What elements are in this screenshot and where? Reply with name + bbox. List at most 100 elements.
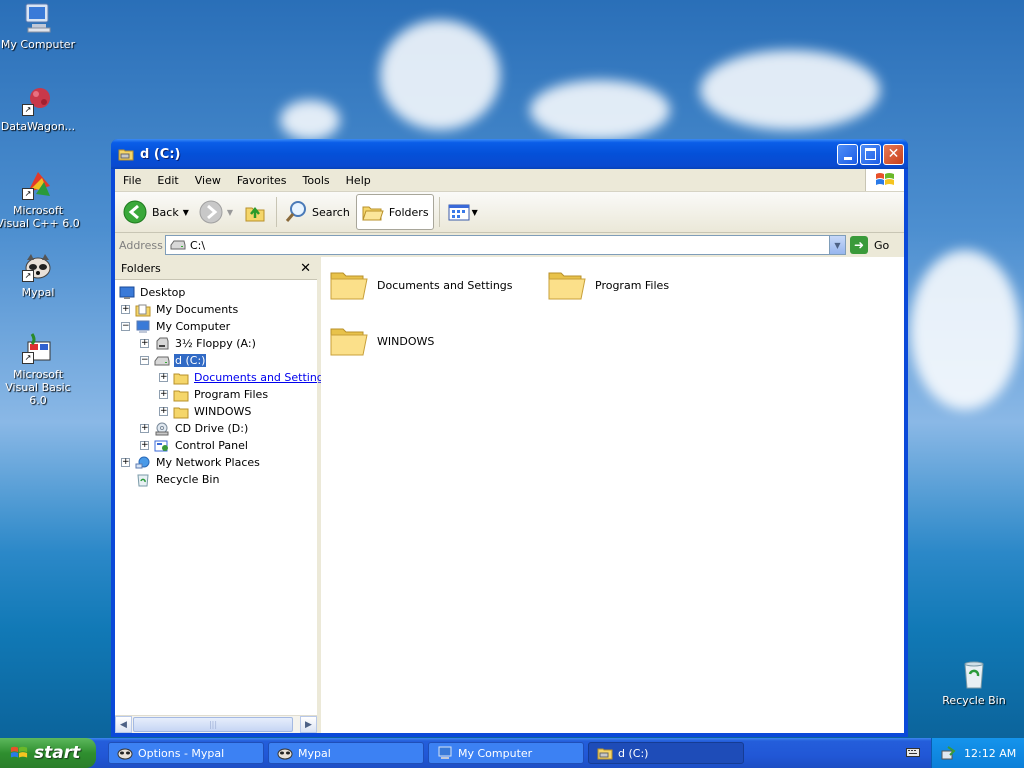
desktop-icon-visual-cpp[interactable]: ↗ Microsoft Visual C++ 6.0	[0, 168, 80, 230]
expand-icon[interactable]: +	[121, 458, 130, 467]
my-documents-icon	[135, 304, 151, 316]
collapse-icon[interactable]: −	[140, 356, 149, 365]
tree-node-my-network-places[interactable]: + My Network Places	[115, 454, 317, 471]
back-dropdown-icon[interactable]: ▼	[183, 208, 189, 217]
expand-icon[interactable]: +	[159, 390, 168, 399]
tree-label-hover: Documents and Settings	[194, 371, 330, 384]
close-button[interactable]: ✕	[883, 143, 904, 165]
recycle-bin-icon	[958, 658, 990, 690]
windows-flag-icon	[10, 746, 28, 758]
back-arrow-icon	[123, 200, 147, 224]
scroll-right-icon[interactable]: ▶	[300, 716, 317, 733]
tree-node-my-computer[interactable]: − My Computer	[115, 318, 317, 335]
desktop-icon-mypal[interactable]: ↗ Mypal	[0, 250, 80, 299]
window-title: d (C:)	[140, 146, 181, 162]
tree-label: My Documents	[156, 303, 239, 316]
minimize-button[interactable]	[837, 143, 858, 165]
menu-tools[interactable]: Tools	[295, 174, 338, 187]
start-label: start	[34, 743, 81, 763]
forward-arrow-icon	[199, 200, 223, 224]
address-input[interactable]: C:\ ▼	[165, 235, 846, 255]
tree-node-desktop[interactable]: Desktop	[115, 284, 317, 301]
maximize-button[interactable]	[860, 143, 881, 165]
tree-node-recycle-bin[interactable]: Recycle Bin	[115, 471, 317, 488]
folder-item-program-files[interactable]: Program Files	[547, 267, 669, 303]
task-options-mypal[interactable]: Options - Mypal	[108, 742, 264, 764]
tree-node-cd-drive[interactable]: + CD Drive (D:)	[115, 420, 317, 437]
task-my-computer[interactable]: My Computer	[428, 742, 584, 764]
desktop-icon-datawagon[interactable]: ↗ DataWagon...	[0, 84, 80, 133]
views-button[interactable]: ▼	[443, 195, 482, 229]
tree-node-control-panel[interactable]: + Control Panel	[115, 437, 317, 454]
collapse-icon[interactable]: −	[121, 322, 130, 331]
address-bar: Address C:\ ▼ ➜ Go	[115, 233, 904, 258]
forward-button[interactable]: ▼	[195, 195, 237, 229]
close-pane-icon[interactable]: ✕	[300, 261, 311, 276]
go-arrow-icon: ➜	[850, 236, 868, 254]
expand-icon[interactable]: +	[140, 339, 149, 348]
address-value: C:\	[190, 238, 206, 252]
visual-cpp-icon: ↗	[22, 168, 54, 200]
start-button[interactable]: start	[0, 738, 96, 768]
menu-view[interactable]: View	[187, 174, 229, 187]
horizontal-scrollbar[interactable]: ◀ ||| ▶	[115, 715, 317, 733]
tree-node-program-files[interactable]: + Program Files	[115, 386, 317, 403]
control-panel-icon	[154, 440, 168, 451]
go-label: Go	[874, 238, 890, 252]
folder-item-documents-and-settings[interactable]: Documents and Settings	[329, 267, 513, 303]
shortcut-arrow-icon: ↗	[22, 352, 34, 364]
toolbar-separator	[438, 197, 440, 227]
expand-icon[interactable]: +	[140, 424, 149, 433]
desktop-icon-visual-basic[interactable]: ↗ Microsoft Visual Basic 6.0	[0, 332, 80, 407]
expand-icon[interactable]: +	[140, 441, 149, 450]
system-tray: 12:12 AM	[931, 738, 1024, 768]
task-label: Mypal	[298, 746, 331, 760]
menu-edit[interactable]: Edit	[149, 174, 186, 187]
desktop-icon-my-computer[interactable]: My Computer	[0, 2, 80, 51]
safely-remove-hardware-icon[interactable]	[940, 745, 956, 761]
tree-node-windows[interactable]: + WINDOWS	[115, 403, 317, 420]
menu-help[interactable]: Help	[338, 174, 379, 187]
desktop-icon-recycle-bin[interactable]: Recycle Bin	[932, 658, 1016, 707]
minimize-icon	[843, 156, 852, 160]
tree-node-floppy[interactable]: + 3½ Floppy (A:)	[115, 335, 317, 352]
expand-icon[interactable]: +	[159, 373, 168, 382]
desktop-icon-label: Microsoft Visual C++ 6.0	[0, 204, 80, 230]
computer-icon	[22, 2, 54, 34]
network-places-icon	[135, 456, 150, 468]
scroll-thumb[interactable]: |||	[133, 717, 293, 732]
up-folder-icon	[245, 206, 265, 222]
folder-drive-icon	[118, 149, 134, 161]
task-mypal[interactable]: Mypal	[268, 742, 424, 764]
datawagon-icon: ↗	[22, 84, 54, 116]
title-bar[interactable]: d (C:) ✕	[111, 139, 908, 169]
tree-label: WINDOWS	[194, 405, 252, 418]
back-button[interactable]: Back ▼	[119, 195, 193, 229]
forward-dropdown-icon[interactable]: ▼	[227, 208, 233, 217]
keyboard-icon[interactable]	[906, 746, 920, 758]
tree-node-drive-c[interactable]: − d (C:)	[115, 352, 317, 369]
folder-drive-icon	[597, 748, 613, 760]
expand-icon[interactable]: +	[121, 305, 130, 314]
mypal-icon	[277, 748, 293, 760]
hard-drive-icon	[154, 356, 170, 365]
folder-item-windows[interactable]: WINDOWS	[329, 323, 434, 359]
up-button[interactable]	[239, 195, 271, 229]
expand-icon[interactable]: +	[159, 407, 168, 416]
menu-favorites[interactable]: Favorites	[229, 174, 295, 187]
tree-node-my-documents[interactable]: + My Documents	[115, 301, 317, 318]
folder-item-label: WINDOWS	[377, 334, 435, 348]
folder-item-label: Documents and Settings	[377, 278, 513, 292]
tree-node-documents-and-settings[interactable]: + Documents and Settings	[115, 369, 330, 386]
search-button[interactable]: Search	[280, 195, 354, 229]
wallpaper-cloud	[280, 100, 340, 140]
folder-icon	[173, 407, 189, 418]
scroll-left-icon[interactable]: ◀	[115, 716, 132, 733]
menu-file[interactable]: File	[115, 174, 149, 187]
clock[interactable]: 12:12 AM	[964, 747, 1016, 760]
folders-button[interactable]: Folders	[355, 194, 434, 230]
window-client: File Edit View Favorites Tools Help Back…	[115, 169, 904, 733]
address-dropdown-icon[interactable]: ▼	[829, 236, 845, 254]
task-drive-c[interactable]: d (C:)	[588, 742, 744, 764]
go-button[interactable]: ➜ Go	[850, 236, 900, 254]
